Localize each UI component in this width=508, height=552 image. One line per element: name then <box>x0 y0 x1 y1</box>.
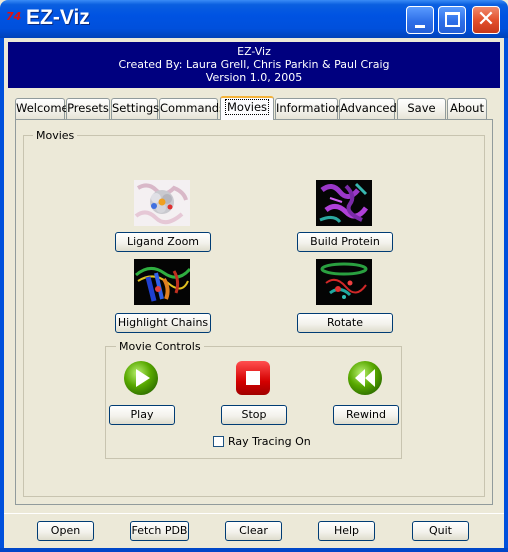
banner-app-name: EZ-Viz <box>237 45 271 58</box>
window-border-bottom <box>0 548 508 552</box>
minimize-button[interactable] <box>406 6 434 34</box>
quit-button[interactable]: Quit <box>412 521 469 541</box>
tab-welcome[interactable]: Welcome <box>15 98 69 119</box>
tab-advanced[interactable]: Advanced <box>339 98 397 119</box>
help-button[interactable]: Help <box>318 521 375 541</box>
highlight-chains-button[interactable]: Highlight Chains <box>115 313 211 333</box>
tab-save[interactable]: Save <box>397 98 446 119</box>
play-icon[interactable] <box>123 360 159 396</box>
ligand-zoom-button[interactable]: Ligand Zoom <box>115 232 211 252</box>
close-icon: ✕ <box>476 7 496 32</box>
maximize-icon <box>445 12 460 27</box>
maximize-button[interactable] <box>438 6 466 34</box>
tab-movies[interactable]: Movies <box>220 96 274 120</box>
stop-icon[interactable] <box>235 360 271 396</box>
tab-about[interactable]: About <box>447 98 487 119</box>
clear-button[interactable]: Clear <box>225 521 282 541</box>
rewind-icon[interactable] <box>347 360 383 396</box>
ray-tracing-label[interactable]: Ray Tracing On <box>228 435 311 448</box>
window-title: EZ-Viz <box>26 6 90 29</box>
open-button[interactable]: Open <box>37 521 94 541</box>
fetch-pdb-button[interactable]: Fetch PDB <box>130 521 189 541</box>
tab-settings[interactable]: Settings <box>111 98 159 119</box>
app-icon: 74 <box>6 10 22 23</box>
window-border-left <box>0 38 4 552</box>
rotate-thumbnail <box>316 259 372 305</box>
tab-information[interactable]: Information <box>275 98 343 119</box>
build-protein-thumbnail <box>316 180 372 226</box>
highlight-chains-thumbnail <box>134 259 190 305</box>
rewind-button[interactable]: Rewind <box>333 405 399 425</box>
play-button[interactable]: Play <box>109 405 175 425</box>
banner-version: Version 1.0, 2005 <box>205 71 303 84</box>
stop-button[interactable]: Stop <box>221 405 287 425</box>
ligand-zoom-thumbnail <box>134 180 190 226</box>
rotate-button[interactable]: Rotate <box>297 313 393 333</box>
movie-controls-label: Movie Controls <box>116 340 204 353</box>
ray-tracing-checkbox[interactable] <box>213 436 224 447</box>
tab-commands[interactable]: Commands <box>159 98 225 119</box>
movies-group-label: Movies <box>33 129 78 142</box>
window-border-right <box>504 38 508 552</box>
close-button[interactable]: ✕ <box>472 6 500 34</box>
tab-presets[interactable]: Presets <box>66 98 110 119</box>
movies-tab-panel: Movies Ligand Zoom Build Protein Highlig… <box>15 119 493 505</box>
title-bar[interactable]: 74 EZ-Viz ✕ <box>0 0 508 38</box>
minimize-icon <box>415 25 425 28</box>
header-banner: EZ-Viz Created By: Laura Grell, Chris Pa… <box>8 42 500 88</box>
banner-credits: Created By: Laura Grell, Chris Parkin & … <box>118 58 390 71</box>
build-protein-button[interactable]: Build Protein <box>297 232 393 252</box>
